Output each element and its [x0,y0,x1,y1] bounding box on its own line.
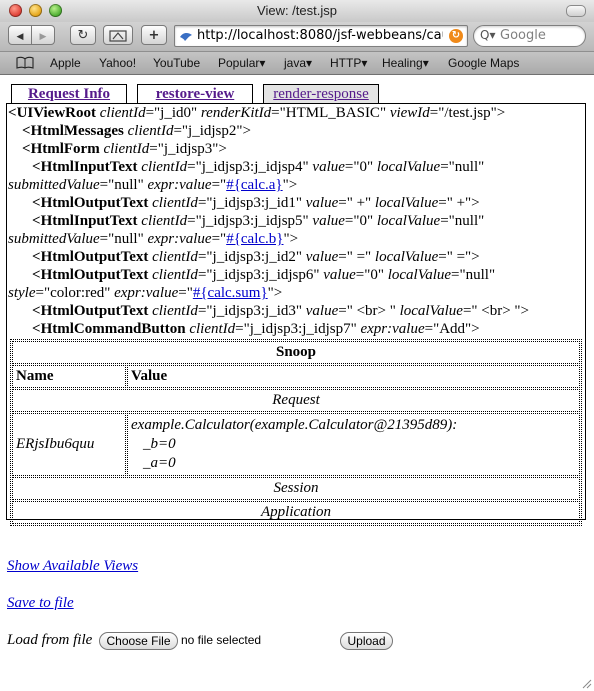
search-icon: Q▾ [480,28,496,42]
tree-node-output-equals: <HtmlOutputText clientId="j_idjsp3:j_id2… [32,249,480,265]
back-arrow-icon: ◀ [16,32,24,42]
bookmark-youtube[interactable]: YouTube [153,56,200,70]
forward-arrow-icon: ▶ [39,32,47,42]
table-row: ERjsIbu6quu example.Calculator(example.C… [12,413,580,476]
tree-node-output-plus: <HtmlOutputText clientId="j_idjsp3:j_id1… [32,195,480,211]
bookmark-popular-menu[interactable]: Popular▾ [218,56,265,70]
tab-request-info[interactable]: Request Info [11,84,127,104]
component-tree: <UIViewRoot clientId="j_id0" renderKitId… [8,104,584,338]
tree-node-input-b: <HtmlInputText clientId="j_idjsp3:j_idjs… [32,213,485,229]
bookmark-http-menu[interactable]: HTTP▾ [330,56,367,70]
expr-link-calc-a[interactable]: #{calc.a} [226,177,282,193]
window-title: View: /test.jsp [257,3,337,18]
bookmarks-book-icon[interactable] [16,56,34,69]
tree-node-input-b-cont: submittedValue="null" expr:value="#{calc… [8,231,299,247]
snoop-request-caption: Request [12,389,580,412]
window-titlebar: View: /test.jsp [0,0,594,23]
tree-node-input-a: <HtmlInputText clientId="j_idjsp3:j_idjs… [32,159,485,175]
tab-request-info-label[interactable]: Request Info [28,86,110,102]
snoop-col-value: Value [127,365,580,388]
search-field[interactable]: Q▾ Google [473,25,586,47]
tree-node-command-button: <HtmlCommandButton clientId="j_idjsp3:j_… [32,321,480,337]
tree-node-form: <HtmlForm clientId="j_idjsp3"> [22,141,227,157]
search-placeholder: Google [500,28,546,43]
forward-button[interactable]: ▶ [31,25,55,45]
expr-link-calc-b[interactable]: #{calc.b} [226,231,283,247]
reload-icon: ↻ [77,28,89,43]
snapback-button[interactable] [103,25,133,45]
snoop-application-caption: Application [12,501,580,524]
address-bar[interactable]: http://localhost:8080/jsf-webbeans/cauc … [174,25,468,47]
back-button[interactable]: ◀ [8,25,32,45]
choose-file-button[interactable]: Choose File [99,632,178,650]
browser-toolbar: ◀ ▶ ↻ + http://localhost:8080/jsf-webbea… [0,22,594,52]
tab-restore-view[interactable]: restore-view [137,84,253,104]
snoop-session-caption: Session [12,477,580,500]
tab-restore-view-label[interactable]: restore-view [156,86,235,102]
bookmark-google-maps[interactable]: Google Maps [448,56,519,70]
show-available-views-link[interactable]: Show Available Views [7,558,138,575]
bookmark-java-menu[interactable]: java▾ [284,56,312,70]
snoop-table: Snoop Name Value Request ERjsIbu6quu exa… [10,339,582,526]
save-to-file-link[interactable]: Save to file [7,595,74,612]
snapback-icon [109,30,127,42]
tab-render-response-label[interactable]: render-response [273,86,369,102]
tree-node-viewroot: <UIViewRoot clientId="j_id0" renderKitId… [8,105,506,121]
snoop-row-name: ERjsIbu6quu [12,413,126,476]
url-text[interactable]: http://localhost:8080/jsf-webbeans/cauc [197,28,443,43]
snoop-row-value: example.Calculator(example.Calculator@21… [127,413,580,476]
toolbar-toggle-button[interactable] [566,5,586,17]
resize-grip-icon[interactable] [580,677,592,689]
favicon-icon [180,32,192,41]
add-bookmark-button[interactable]: + [141,25,167,45]
bookmark-apple[interactable]: Apple [50,56,81,70]
url-reload-icon[interactable]: ↻ [449,29,463,43]
tree-node-output-sum: <HtmlOutputText clientId="j_idjsp3:j_idj… [32,267,496,283]
no-file-selected-text: no file selected [181,633,262,647]
snoop-col-name: Name [12,365,126,388]
upload-button[interactable]: Upload [340,632,393,650]
bookmark-yahoo[interactable]: Yahoo! [99,56,136,70]
load-from-file-label: Load from file [7,632,93,648]
tab-render-response[interactable]: render-response [263,84,379,104]
tree-node-output-br: <HtmlOutputText clientId="j_idjsp3:j_id3… [32,303,530,319]
tree-node-messages: <HtmlMessages clientId="j_idjsp2"> [22,123,251,139]
component-tree-panel: <UIViewRoot clientId="j_id0" renderKitId… [6,103,586,526]
bookmark-healing-menu[interactable]: Healing▾ [382,56,429,70]
tree-node-output-sum-cont: style="color:red" expr:value="#{calc.sum… [8,285,283,301]
expr-link-calc-sum[interactable]: #{calc.sum} [193,285,268,301]
snoop-title: Snoop [12,341,580,364]
tree-node-input-a-cont: submittedValue="null" expr:value="#{calc… [8,177,298,193]
plus-icon: + [148,28,160,43]
bookmarks-bar: Apple Yahoo! YouTube Popular▾ java▾ HTTP… [0,52,594,75]
reload-button[interactable]: ↻ [70,25,96,45]
